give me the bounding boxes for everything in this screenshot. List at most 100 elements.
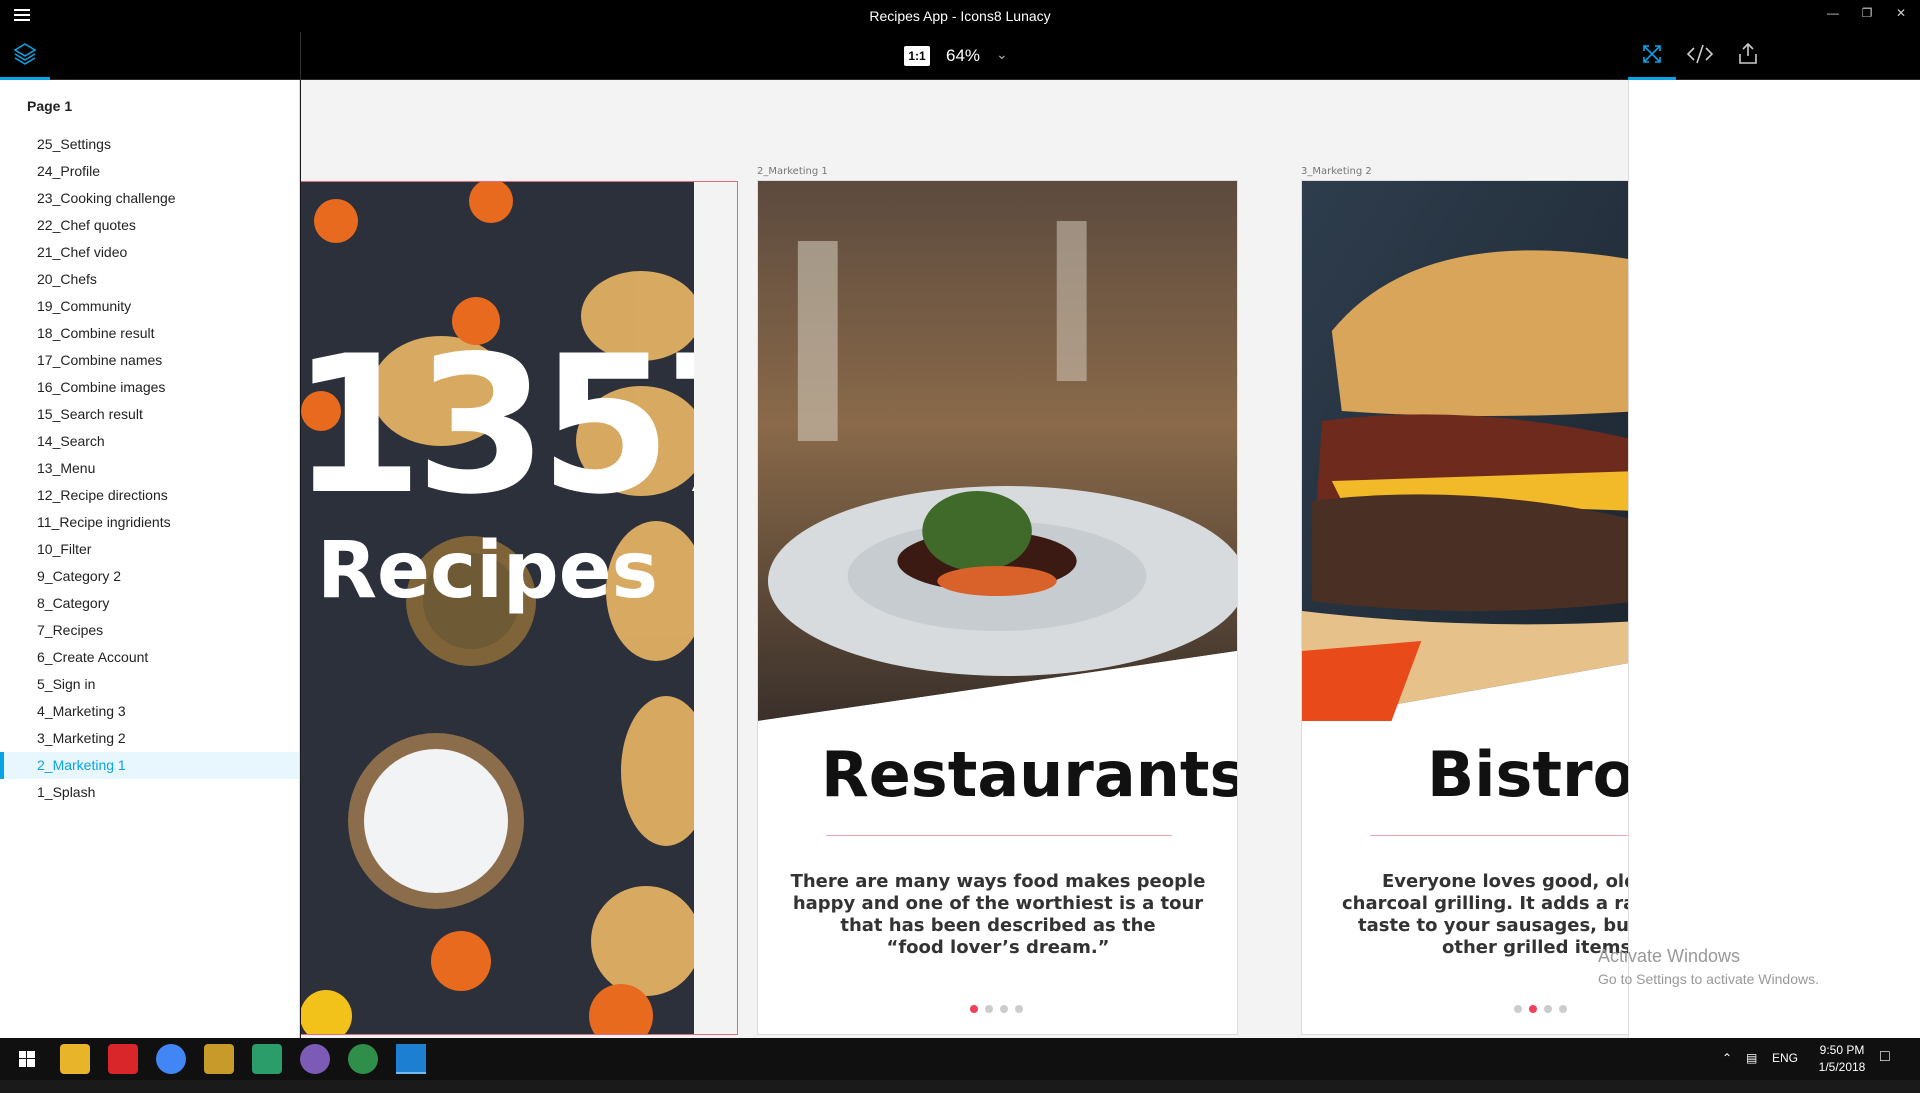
- chrome-icon[interactable]: [156, 1044, 186, 1074]
- code-button[interactable]: [1676, 32, 1724, 80]
- layer-item[interactable]: 18_Combine result: [0, 320, 299, 347]
- artboard-marketing-2[interactable]: Bistro Everyone loves good, old fa charc…: [1301, 180, 1628, 1035]
- layer-item[interactable]: 17_Combine names: [0, 347, 299, 374]
- design-canvas[interactable]: 1357 Recipes 2_Marketing 1 Restaurants: [301, 80, 1628, 1038]
- layer-item[interactable]: 13_Menu: [0, 455, 299, 482]
- layer-item[interactable]: 12_Recipe directions: [0, 482, 299, 509]
- layer-item[interactable]: 25_Settings: [0, 131, 299, 158]
- heading-divider: [1370, 835, 1628, 836]
- activation-watermark: Activate Windows Go to Settings to activ…: [1598, 946, 1819, 987]
- layers-icon: [13, 43, 37, 65]
- clock-time: 9:50 PM: [1819, 1043, 1865, 1057]
- file-explorer-icon[interactable]: [60, 1044, 90, 1074]
- page-dot: [1514, 1005, 1522, 1013]
- taskbar: ⌃ ▤ ENG 9:50 PM 1/5/2018 □: [0, 1038, 1920, 1080]
- lunacy-icon[interactable]: [396, 1044, 426, 1074]
- restaurant-photo: [758, 181, 1237, 721]
- inspector-panel: [1628, 80, 1920, 1038]
- code-icon: [1686, 44, 1714, 64]
- marketing-body: Everyone loves good, old fa charcoal gri…: [1342, 871, 1628, 959]
- body-line: taste to your sausages, burger: [1358, 915, 1628, 936]
- toolbar: 1:1 64% ⌄: [0, 32, 1920, 80]
- page-dot: [1015, 1005, 1023, 1013]
- layer-item[interactable]: 3_Marketing 2: [0, 725, 299, 752]
- network-icon[interactable]: ▤: [1746, 1051, 1757, 1093]
- windows-icon: [19, 1051, 35, 1067]
- watermark-subtitle: Go to Settings to activate Windows.: [1598, 971, 1819, 987]
- clock-date: 1/5/2018: [1818, 1060, 1866, 1074]
- page-dot: [985, 1005, 993, 1013]
- page-dot: [970, 1005, 978, 1013]
- layer-item[interactable]: 8_Category: [0, 590, 299, 617]
- clock[interactable]: 9:50 PM 1/5/2018: [1812, 1043, 1872, 1085]
- artboard-selection-outline: [301, 181, 738, 1035]
- body-line: There are many ways food makes people: [790, 871, 1206, 892]
- toolbar-divider: [300, 32, 301, 80]
- layer-item-selected[interactable]: 2_Marketing 1: [0, 752, 299, 779]
- layer-item[interactable]: 19_Community: [0, 293, 299, 320]
- title-bar: Recipes App - Icons8 Lunacy — ❐ ✕: [0, 0, 1920, 32]
- artboard-label[interactable]: 2_Marketing 1: [757, 166, 828, 177]
- fit-screen-button[interactable]: [1628, 32, 1676, 80]
- layers-panel: Page 1 25_Settings 24_Profile 23_Cooking…: [0, 80, 300, 1038]
- layer-item[interactable]: 21_Chef video: [0, 239, 299, 266]
- page-dot: [1000, 1005, 1008, 1013]
- layer-item[interactable]: 24_Profile: [0, 158, 299, 185]
- body-line: charcoal grilling. It adds a raw,: [1342, 893, 1628, 914]
- layer-item[interactable]: 20_Chefs: [0, 266, 299, 293]
- export-button[interactable]: [1724, 32, 1772, 80]
- restore-button[interactable]: ❐: [1850, 6, 1884, 26]
- language-indicator[interactable]: ENG: [1772, 1051, 1798, 1093]
- zoom-level[interactable]: 64%: [946, 46, 980, 66]
- body-line: “food lover’s dream.”: [886, 937, 1110, 958]
- marketing-heading: Bistro: [1427, 738, 1628, 811]
- marketing-heading: Restaurants: [821, 738, 1238, 811]
- body-line: Everyone loves good, old fa: [1382, 871, 1628, 892]
- page-title[interactable]: Page 1: [27, 98, 72, 114]
- layer-item[interactable]: 14_Search: [0, 428, 299, 455]
- page-dot: [1559, 1005, 1567, 1013]
- heading-divider: [826, 835, 1172, 836]
- layer-item[interactable]: 23_Cooking challenge: [0, 185, 299, 212]
- app-icon[interactable]: [348, 1044, 378, 1074]
- page-dot: [1544, 1005, 1552, 1013]
- artboard-label[interactable]: 3_Marketing 2: [1301, 166, 1372, 177]
- app-icon[interactable]: [204, 1044, 234, 1074]
- body-line: that has been described as the: [840, 915, 1156, 936]
- layer-item[interactable]: 10_Filter: [0, 536, 299, 563]
- watermark-title: Activate Windows: [1598, 946, 1741, 966]
- notifications-icon[interactable]: □: [1880, 1048, 1890, 1090]
- page-indicator: [970, 1000, 1030, 1013]
- layer-item[interactable]: 15_Search result: [0, 401, 299, 428]
- layer-item[interactable]: 22_Chef quotes: [0, 212, 299, 239]
- export-icon: [1739, 42, 1757, 64]
- page-dot: [1529, 1005, 1537, 1013]
- layer-item[interactable]: 5_Sign in: [0, 671, 299, 698]
- layer-item[interactable]: 16_Combine images: [0, 374, 299, 401]
- layer-item[interactable]: 6_Create Account: [0, 644, 299, 671]
- layer-item[interactable]: 1_Splash: [0, 779, 299, 806]
- layer-item[interactable]: 9_Category 2: [0, 563, 299, 590]
- marketing-body: There are many ways food makes people ha…: [778, 871, 1218, 959]
- close-button[interactable]: ✕: [1884, 6, 1918, 26]
- layer-item[interactable]: 4_Marketing 3: [0, 698, 299, 725]
- start-button[interactable]: [12, 1044, 42, 1074]
- chevron-down-icon[interactable]: ⌄: [996, 46, 1008, 63]
- body-line: happy and one of the worthiest is a tour: [792, 893, 1204, 914]
- app-icon[interactable]: [300, 1044, 330, 1074]
- layer-list: 25_Settings 24_Profile 23_Cooking challe…: [0, 131, 299, 806]
- page-indicator: [1514, 1000, 1574, 1013]
- minimize-button[interactable]: —: [1816, 6, 1850, 26]
- artboard-marketing-1[interactable]: Restaurants There are many ways food mak…: [757, 180, 1238, 1035]
- actual-size-button[interactable]: 1:1: [904, 46, 930, 66]
- layer-item[interactable]: 7_Recipes: [0, 617, 299, 644]
- burger-photo: [1302, 181, 1628, 721]
- chevron-up-icon[interactable]: ⌃: [1722, 1051, 1732, 1093]
- layer-item[interactable]: 11_Recipe ingridients: [0, 509, 299, 536]
- app-icon[interactable]: [252, 1044, 282, 1074]
- body-line: other grilled items.: [1442, 937, 1628, 958]
- layers-tab[interactable]: [0, 32, 50, 80]
- window-title: Recipes App - Icons8 Lunacy: [869, 8, 1051, 24]
- vivaldi-icon[interactable]: [108, 1044, 138, 1074]
- fit-screen-icon: [1643, 45, 1661, 63]
